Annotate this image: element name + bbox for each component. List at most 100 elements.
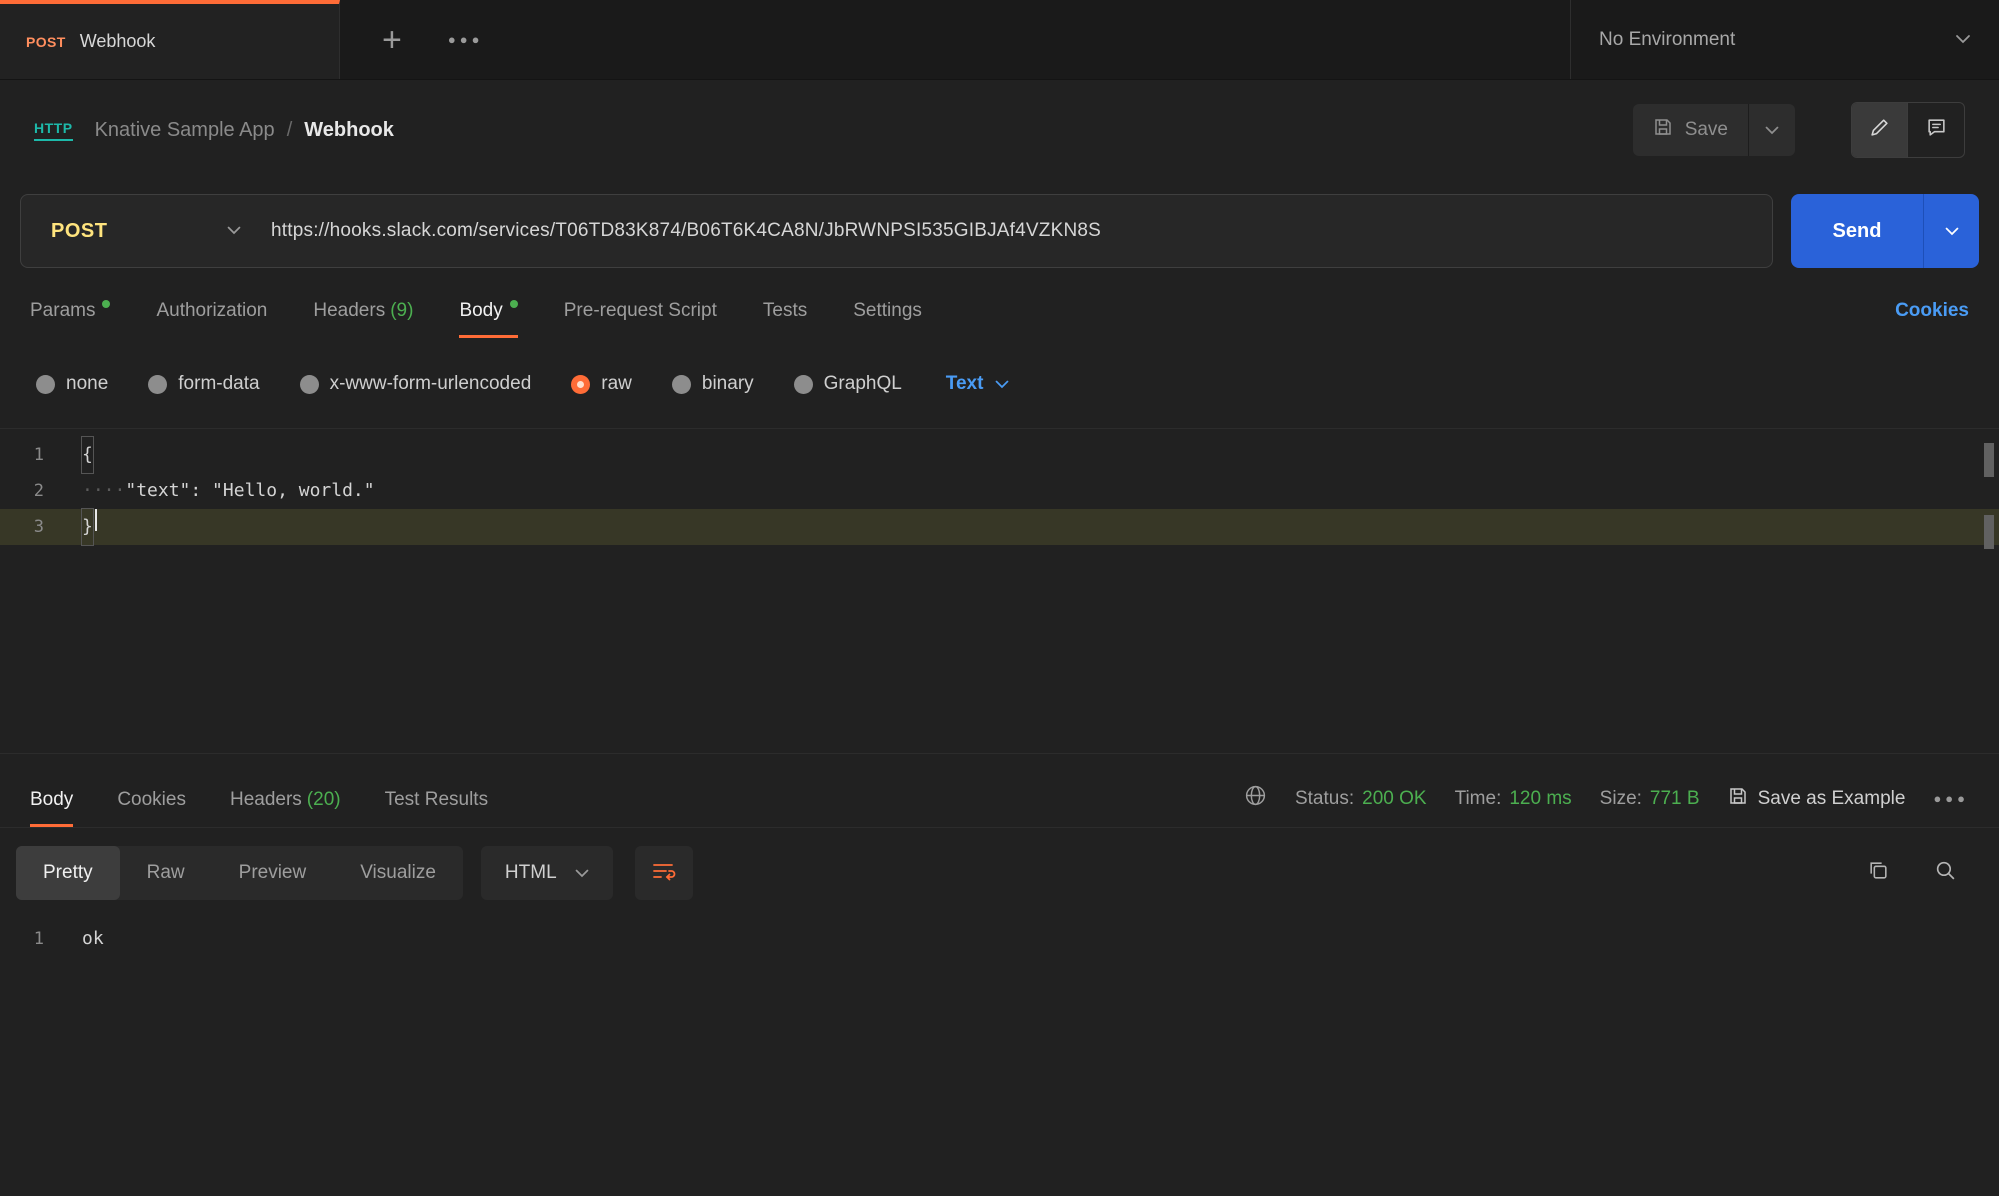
response-header: Body Cookies Headers(20) Test Results St…: [0, 764, 1999, 828]
save-as-example-label: Save as Example: [1758, 788, 1906, 810]
editor-scrollbar[interactable]: [1984, 435, 1994, 745]
wrap-line-icon: [652, 861, 676, 886]
comment-icon: [1926, 117, 1947, 143]
time-value: 120 ms: [1509, 788, 1571, 810]
tab-settings[interactable]: Settings: [853, 300, 922, 338]
save-button-label: Save: [1685, 119, 1728, 141]
tab-actions: + ●●●: [340, 0, 483, 79]
chevron-down-icon: [227, 222, 241, 240]
radio-icon: [672, 375, 691, 394]
view-preview[interactable]: Preview: [212, 846, 334, 900]
search-icon[interactable]: [1934, 859, 1957, 887]
response-utility-icons: [1867, 859, 1957, 887]
tab-params[interactable]: Params: [30, 300, 110, 338]
send-button-group: Send: [1791, 194, 1979, 268]
request-tab-bar: POST Webhook + ●●● No Environment: [0, 0, 1999, 80]
editor-line[interactable]: 2 ···· "text": "Hello, world.": [0, 473, 1999, 509]
edit-documentation-button[interactable]: [1852, 103, 1908, 157]
headers-count: (9): [390, 300, 413, 321]
response-format-label: HTML: [505, 862, 557, 884]
editor-code: {: [82, 437, 93, 473]
mode-graphql[interactable]: GraphQL: [794, 373, 902, 395]
mode-x-www-form-urlencoded[interactable]: x-www-form-urlencoded: [300, 373, 532, 395]
time-label: Time:: [1455, 788, 1502, 810]
text-cursor: [95, 509, 97, 531]
mode-x-www-form-urlencoded-label: x-www-form-urlencoded: [330, 373, 532, 395]
tab-body-label: Body: [459, 300, 502, 321]
scrollbar-mark[interactable]: [1984, 515, 1994, 549]
tab-params-label: Params: [30, 300, 95, 321]
response-tab-body[interactable]: Body: [30, 789, 73, 827]
method-dropdown[interactable]: POST: [21, 220, 271, 243]
mode-form-data-label: form-data: [178, 373, 259, 395]
send-button[interactable]: Send: [1791, 194, 1923, 268]
response-line: 1 ok: [0, 922, 1999, 956]
mode-raw[interactable]: raw: [571, 373, 632, 395]
raw-language-dropdown[interactable]: Text: [946, 373, 1010, 395]
environment-selector[interactable]: No Environment: [1570, 0, 1999, 79]
breadcrumb-separator: /: [287, 119, 293, 142]
save-as-example-button[interactable]: Save as Example: [1728, 786, 1906, 812]
chevron-down-icon: [1955, 31, 1971, 49]
environment-label: No Environment: [1599, 29, 1735, 51]
response-more-options-icon[interactable]: ●●●: [1933, 791, 1969, 806]
save-icon: [1728, 786, 1748, 812]
cookies-link[interactable]: Cookies: [1895, 300, 1969, 338]
tab-settings-label: Settings: [853, 300, 922, 321]
network-globe-icon[interactable]: [1244, 784, 1267, 813]
request-header: HTTP Knative Sample App / Webhook Save: [0, 80, 1999, 180]
url-input[interactable]: https://hooks.slack.com/services/T06TD83…: [271, 220, 1101, 242]
tab-tests-label: Tests: [763, 300, 807, 321]
tab-pre-request-script-label: Pre-request Script: [564, 300, 717, 321]
response-toolbar: Pretty Raw Preview Visualize HTML: [16, 846, 1983, 900]
tab-body[interactable]: Body: [459, 300, 517, 338]
radio-icon: [36, 375, 55, 394]
view-pretty[interactable]: Pretty: [16, 846, 120, 900]
breadcrumb-request-name[interactable]: Webhook: [304, 119, 394, 142]
tab-pre-request-script[interactable]: Pre-request Script: [564, 300, 717, 338]
tab-tests[interactable]: Tests: [763, 300, 807, 338]
tab-more-options-icon[interactable]: ●●●: [448, 32, 484, 47]
response-format-dropdown[interactable]: HTML: [481, 846, 613, 900]
view-visualize[interactable]: Visualize: [333, 846, 463, 900]
editor-line[interactable]: 1 {: [0, 437, 1999, 473]
response-tab-headers[interactable]: Headers(20): [230, 789, 341, 827]
request-tab-webhook[interactable]: POST Webhook: [0, 0, 340, 79]
response-tab-test-results[interactable]: Test Results: [385, 789, 488, 827]
status-value: 200 OK: [1362, 788, 1426, 810]
response-headers-count: (20): [307, 789, 341, 810]
line-number: 1: [0, 437, 82, 473]
response-meta: Status: 200 OK Time: 120 ms Size: 771 B …: [1244, 784, 1969, 827]
breadcrumb-collection[interactable]: Knative Sample App: [95, 119, 275, 142]
wrap-line-button[interactable]: [635, 846, 693, 900]
response-tab-cookies[interactable]: Cookies: [117, 789, 186, 827]
url-row: POST https://hooks.slack.com/services/T0…: [20, 194, 1979, 268]
save-options-button[interactable]: [1749, 104, 1795, 156]
request-header-actions: Save: [1633, 102, 1965, 158]
params-active-dot: [102, 300, 110, 308]
editor-code: "text": "Hello, world.": [125, 473, 374, 509]
response-tab-test-results-label: Test Results: [385, 789, 488, 810]
comments-button[interactable]: [1908, 103, 1964, 157]
response-body-viewer[interactable]: 1 ok: [0, 922, 1999, 1196]
size-badge: Size: 771 B: [1600, 788, 1700, 810]
time-badge: Time: 120 ms: [1455, 788, 1572, 810]
status-label: Status:: [1295, 788, 1354, 810]
line-number: 2: [0, 473, 82, 509]
copy-icon[interactable]: [1867, 859, 1890, 887]
mode-binary[interactable]: binary: [672, 373, 754, 395]
editor-line-active[interactable]: 3 }: [0, 509, 1999, 545]
view-raw[interactable]: Raw: [120, 846, 212, 900]
new-tab-button[interactable]: +: [382, 23, 402, 57]
tab-headers[interactable]: Headers(9): [313, 300, 413, 338]
mode-none[interactable]: none: [36, 373, 108, 395]
mode-form-data[interactable]: form-data: [148, 373, 259, 395]
mode-none-label: none: [66, 373, 108, 395]
tab-title-label: Webhook: [80, 31, 156, 52]
send-options-button[interactable]: [1923, 194, 1979, 268]
request-body-editor[interactable]: 1 { 2 ···· "text": "Hello, world." 3 }: [0, 428, 1999, 754]
http-request-icon: HTTP: [34, 120, 73, 141]
scrollbar-mark[interactable]: [1984, 443, 1994, 477]
tab-authorization[interactable]: Authorization: [156, 300, 267, 338]
save-button[interactable]: Save: [1633, 104, 1748, 156]
